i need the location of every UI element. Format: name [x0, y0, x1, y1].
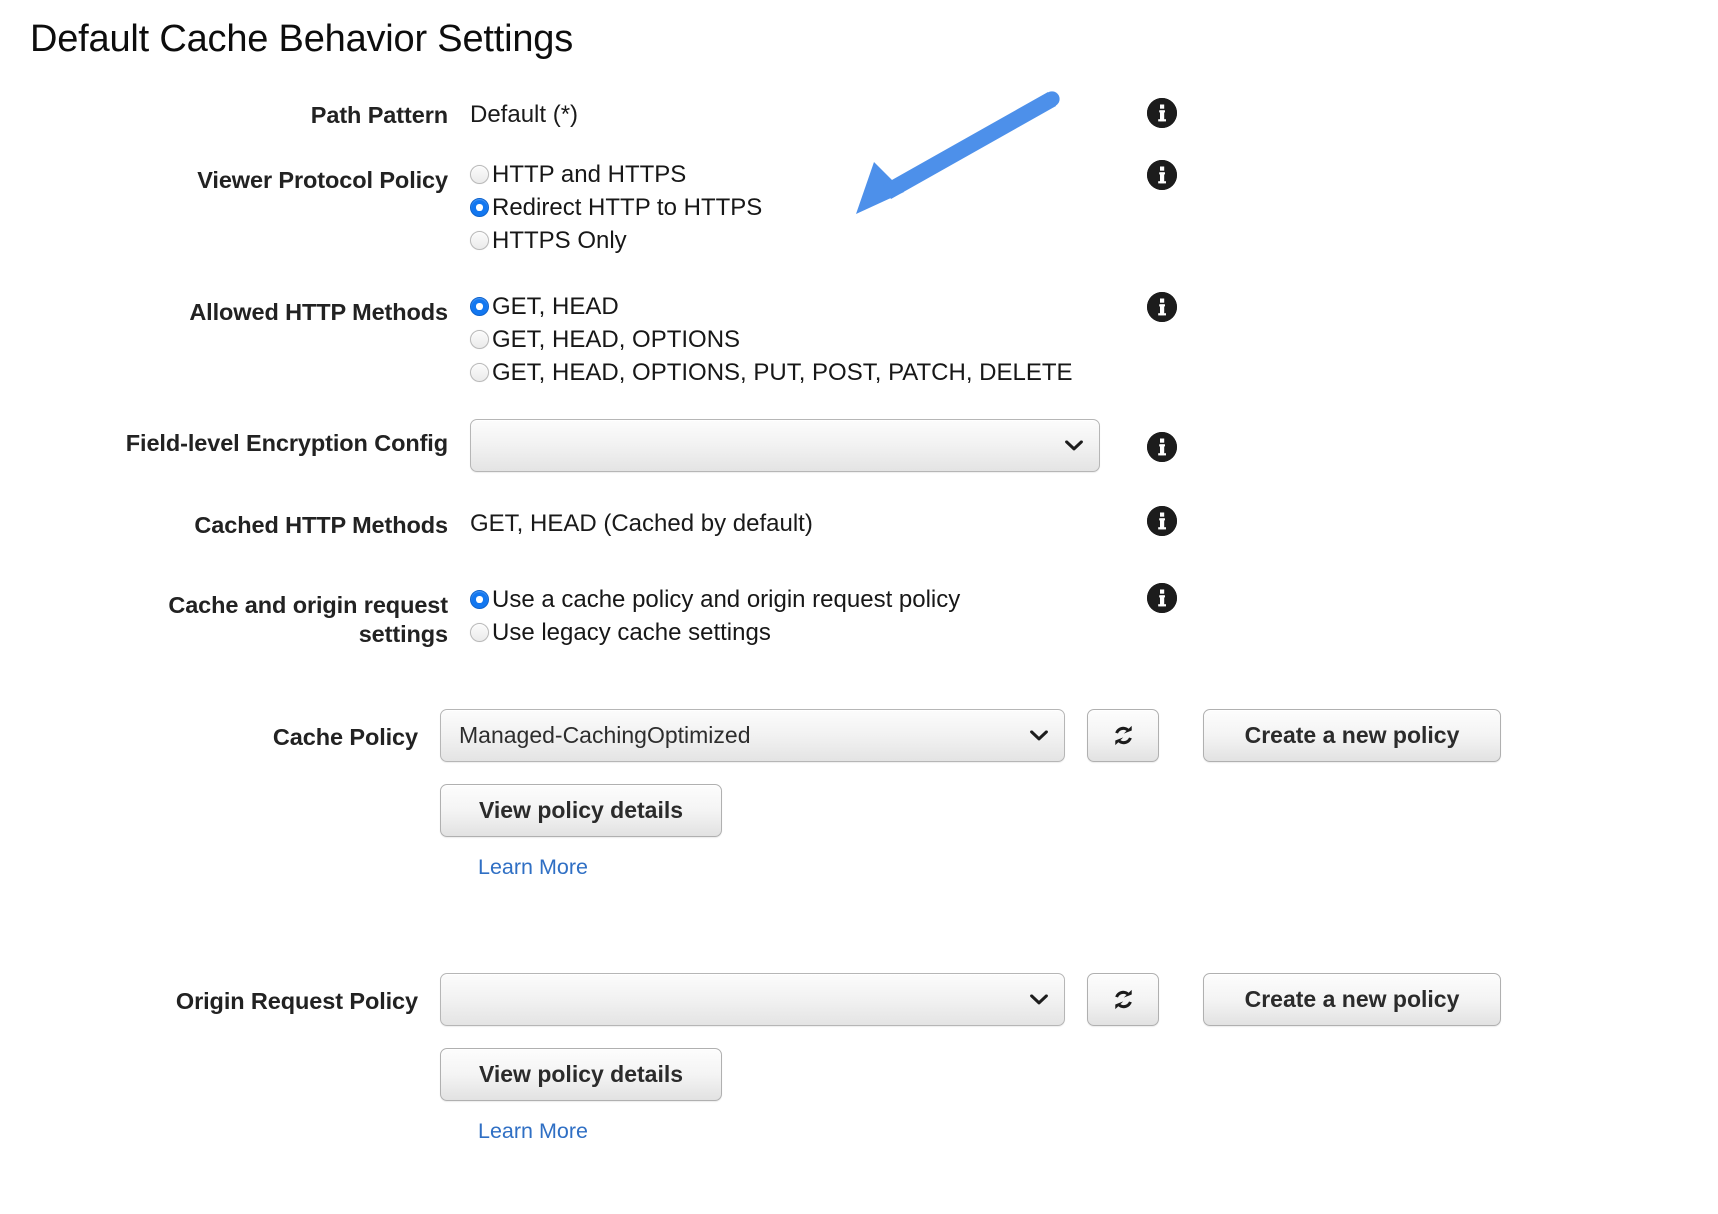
cache-policy-value: Managed-CachingOptimized: [459, 722, 751, 748]
row-cached-http-methods: Cached HTTP Methods GET, HEAD (Cached by…: [0, 506, 1718, 583]
info-icon-cache-and-origin-request-settings[interactable]: [1147, 583, 1177, 613]
origin-request-policy-refresh-button[interactable]: [1087, 973, 1159, 1026]
radio-option-label: GET, HEAD, OPTIONS, PUT, POST, PATCH, DE…: [492, 358, 1073, 386]
chevron-down-icon: [1065, 440, 1083, 451]
radio-indicator[interactable]: [470, 363, 489, 382]
radio-option-get-head[interactable]: GET, HEAD: [470, 290, 1718, 323]
info-icon-field-level-encryption-config[interactable]: [1147, 432, 1177, 462]
allowed-http-methods-radio-group: GET, HEAD GET, HEAD, OPTIONS GET, HEAD, …: [470, 290, 1718, 389]
cache-policy-label: Cache Policy: [272, 724, 418, 750]
cache-and-origin-request-settings-label-line1: Cache and origin request: [168, 592, 448, 618]
row-field-level-encryption-config: Field-level Encryption Config: [0, 414, 1718, 506]
cache-policy-view-policy-details-button[interactable]: View policy details: [440, 784, 722, 837]
radio-indicator[interactable]: [470, 198, 489, 217]
cache-policy-select[interactable]: Managed-CachingOptimized: [440, 709, 1065, 762]
cached-http-methods-field: GET, HEAD (Cached by default): [470, 506, 1718, 539]
field-level-encryption-config-field: [470, 414, 1718, 472]
cached-http-methods-label: Cached HTTP Methods: [194, 512, 448, 538]
path-pattern-field: Default (*): [470, 96, 1718, 130]
radio-option-label: Use a cache policy and origin request po…: [492, 585, 961, 613]
info-icon-allowed-http-methods[interactable]: [1147, 292, 1177, 322]
cache-and-origin-request-settings-label-line2: settings: [358, 620, 448, 647]
chevron-down-icon: [1030, 994, 1048, 1005]
radio-indicator[interactable]: [470, 623, 489, 642]
viewer-protocol-policy-field: HTTP and HTTPS Redirect HTTP to HTTPS HT…: [470, 158, 1718, 257]
cache-policy-refresh-button[interactable]: [1087, 709, 1159, 762]
radio-option-label: Use legacy cache settings: [492, 618, 771, 646]
viewer-protocol-policy-label: Viewer Protocol Policy: [197, 167, 448, 193]
info-icon-viewer-protocol-policy[interactable]: [1147, 160, 1177, 190]
radio-option-get-head-options[interactable]: GET, HEAD, OPTIONS: [470, 323, 1718, 356]
row-origin-request-policy: Origin Request Policy Create a new polic…: [0, 973, 1718, 1173]
info-icon-path-pattern[interactable]: [1147, 98, 1177, 128]
radio-option-label: HTTPS Only: [492, 226, 627, 254]
row-viewer-protocol-policy: Viewer Protocol Policy HTTP and HTTPS Re…: [0, 158, 1718, 290]
cached-http-methods-value: GET, HEAD (Cached by default): [470, 510, 813, 537]
cache-policy-field: Managed-CachingOptimized Create a new po…: [440, 709, 1718, 880]
origin-request-policy-create-new-policy-button[interactable]: Create a new policy: [1203, 973, 1501, 1026]
cache-policy-create-new-policy-button[interactable]: Create a new policy: [1203, 709, 1501, 762]
path-pattern-value: Default (*): [470, 101, 579, 128]
cache-and-origin-request-settings-label: Cache and origin request settings: [0, 583, 470, 648]
refresh-icon: [1110, 986, 1137, 1013]
radio-indicator[interactable]: [470, 297, 489, 316]
cache-and-origin-request-settings-radio-group: Use a cache policy and origin request po…: [470, 583, 1718, 649]
path-pattern-label: Path Pattern: [310, 102, 448, 128]
radio-option-label: GET, HEAD: [492, 292, 619, 320]
radio-option-label: HTTP and HTTPS: [492, 160, 687, 188]
viewer-protocol-policy-radio-group: HTTP and HTTPS Redirect HTTP to HTTPS HT…: [470, 158, 1718, 257]
origin-request-policy-label: Origin Request Policy: [175, 988, 418, 1014]
radio-indicator[interactable]: [470, 165, 489, 184]
row-cache-and-origin-request-settings: Cache and origin request settings Use a …: [0, 583, 1718, 693]
info-icon-cached-http-methods[interactable]: [1147, 506, 1177, 536]
row-path-pattern: Path Pattern Default (*): [0, 96, 1718, 158]
row-allowed-http-methods: Allowed HTTP Methods GET, HEAD GET, HEAD…: [0, 290, 1718, 414]
radio-option-http-and-https[interactable]: HTTP and HTTPS: [470, 158, 1718, 191]
origin-request-policy-field: Create a new policy View policy details …: [440, 973, 1718, 1144]
radio-indicator[interactable]: [470, 231, 489, 250]
origin-request-policy-select[interactable]: [440, 973, 1065, 1026]
radio-option-use-legacy-cache-settings[interactable]: Use legacy cache settings: [470, 616, 1718, 649]
radio-option-label: Redirect HTTP to HTTPS: [492, 193, 763, 221]
radio-option-use-cache-policy-and-origin-request-policy[interactable]: Use a cache policy and origin request po…: [470, 583, 1718, 616]
chevron-down-icon: [1030, 730, 1048, 741]
field-level-encryption-config-select[interactable]: [470, 419, 1100, 472]
cache-behavior-form: Path Pattern Default (*) Viewer Protocol…: [0, 96, 1718, 1173]
cache-and-origin-request-settings-field: Use a cache policy and origin request po…: [470, 583, 1718, 649]
radio-indicator[interactable]: [470, 330, 489, 349]
refresh-icon: [1110, 722, 1137, 749]
radio-option-label: GET, HEAD, OPTIONS: [492, 325, 741, 353]
origin-request-policy-learn-more-link[interactable]: Learn More: [478, 1119, 588, 1143]
radio-option-get-head-options-put-post-patch-delete[interactable]: GET, HEAD, OPTIONS, PUT, POST, PATCH, DE…: [470, 356, 1718, 389]
field-level-encryption-config-label: Field-level Encryption Config: [125, 430, 448, 456]
row-cache-policy: Cache Policy Managed-CachingOptimized Cr…: [0, 709, 1718, 909]
origin-request-policy-view-policy-details-button[interactable]: View policy details: [440, 1048, 722, 1101]
allowed-http-methods-field: GET, HEAD GET, HEAD, OPTIONS GET, HEAD, …: [470, 290, 1718, 389]
allowed-http-methods-label: Allowed HTTP Methods: [189, 299, 448, 325]
page-title: Default Cache Behavior Settings: [30, 18, 574, 60]
radio-option-https-only[interactable]: HTTPS Only: [470, 224, 1718, 257]
radio-indicator[interactable]: [470, 590, 489, 609]
radio-option-redirect-http-to-https[interactable]: Redirect HTTP to HTTPS: [470, 191, 1718, 224]
cache-policy-learn-more-link[interactable]: Learn More: [478, 855, 588, 879]
